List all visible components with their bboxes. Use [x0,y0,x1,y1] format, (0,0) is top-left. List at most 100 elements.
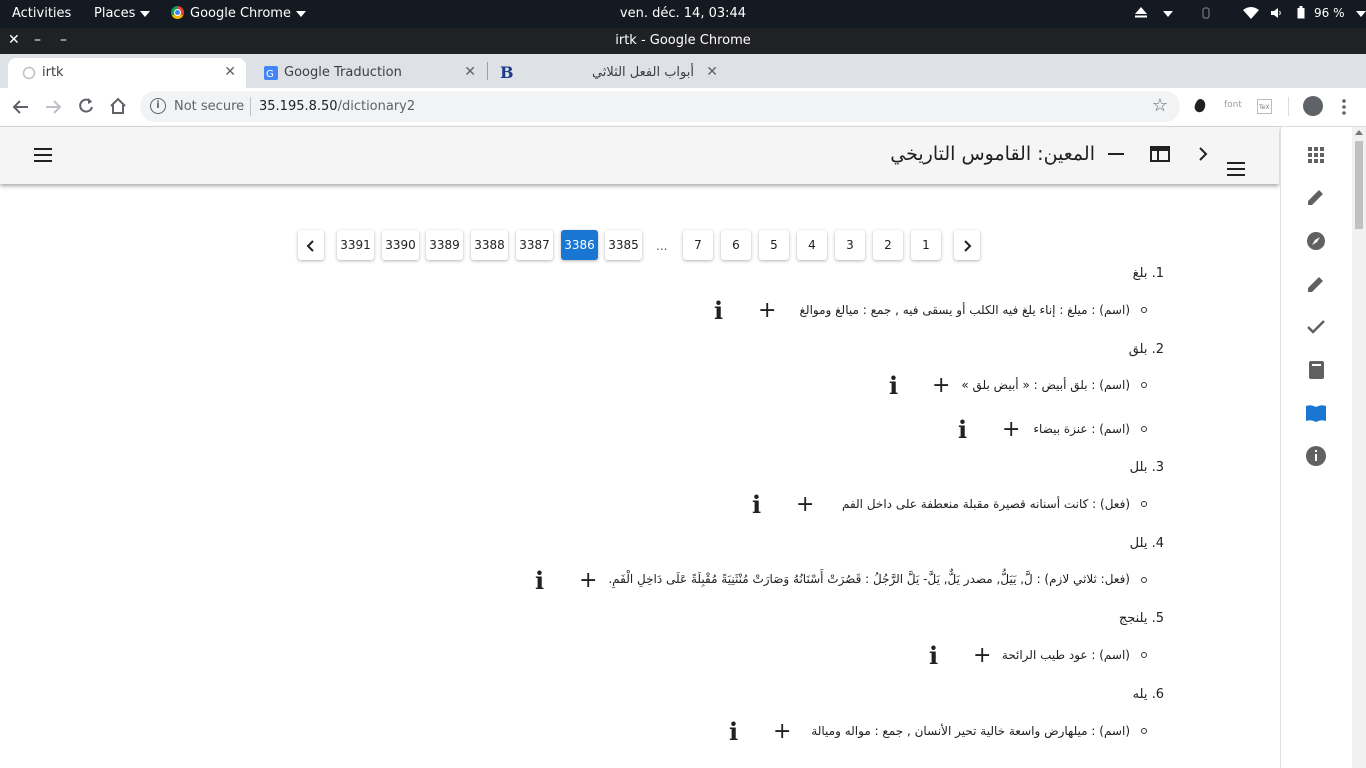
chevron-down-icon[interactable] [1351,6,1366,21]
edit-icon[interactable] [1305,186,1327,208]
compass-icon[interactable] [1305,230,1327,252]
info-icon[interactable]: i [729,720,738,744]
tab-google-traduction[interactable]: G Google Traduction ✕ [250,58,486,88]
info-icon[interactable]: i [535,569,544,593]
list-bullet [1141,307,1147,313]
more-vertical-icon[interactable] [1340,98,1348,116]
bookmark-star-icon[interactable]: ☆ [1152,95,1168,116]
browser-toolbar: i Not secure 35.195.8.50/dictionary2 ☆ f… [0,88,1366,127]
chevron-down-icon[interactable] [1158,6,1173,21]
entry-heading: 4. يلل [1129,536,1164,551]
add-icon[interactable]: + [579,570,597,592]
svg-text:G: G [266,69,274,80]
extension-gnome-icon[interactable] [1192,98,1208,114]
volume-icon[interactable] [1270,7,1282,23]
apps-grid-icon[interactable] [1305,144,1327,166]
info-icon[interactable]: i [714,299,723,323]
info-icon[interactable]: i [752,493,761,517]
extension-font-icon[interactable]: font [1224,100,1242,110]
not-secure-label[interactable]: Not secure [174,99,244,114]
wifi-icon[interactable] [1243,7,1259,23]
info-icon[interactable]: i [889,374,898,398]
tab-strip: irtk ✕ G Google Traduction ✕ B أبواب الف… [0,54,1366,136]
menu-icon[interactable] [1227,162,1245,176]
scrollbar[interactable] [1352,127,1366,768]
google-translate-icon: G [264,66,278,80]
avatar[interactable] [1303,96,1323,116]
page-button[interactable]: 4 [797,230,827,260]
page-button[interactable]: 6 [721,230,751,260]
page-button[interactable]: 3390 [382,230,419,260]
list-bullet [1141,652,1147,658]
web-layout-icon[interactable] [1150,146,1170,162]
omnibox-separator [250,97,251,116]
home-icon[interactable] [109,97,127,115]
add-icon[interactable]: + [773,721,791,743]
page-button[interactable]: 3388 [471,230,508,260]
url-text[interactable]: 35.195.8.50/dictionary2 [259,99,415,114]
scroll-up-icon[interactable] [1355,130,1363,135]
check-icon[interactable] [1305,316,1327,338]
info-icon[interactable]: i [929,644,938,668]
eject-icon[interactable] [1134,5,1148,23]
toolbar-separator [1288,97,1289,116]
b-logo-icon: B [500,63,514,82]
open-book-icon[interactable] [1305,402,1327,424]
page-button[interactable]: 3 [835,230,865,260]
page-button[interactable]: 3389 [426,230,463,260]
info-icon[interactable]: i [958,418,967,442]
add-icon[interactable]: + [973,645,991,667]
chevron-right-icon[interactable] [1197,146,1209,162]
tab-abwab[interactable]: B أبواب الفعل الثلاثي ✕ [492,58,728,88]
back-icon[interactable] [12,98,30,116]
tab-label: Google Traduction [284,65,402,80]
menu-icon[interactable] [34,148,52,162]
omnibox[interactable]: i Not secure 35.195.8.50/dictionary2 ☆ [140,91,1180,122]
page-button-active[interactable]: 3386 [561,230,598,260]
book-icon[interactable] [1305,359,1327,381]
minus-icon[interactable] [1108,153,1124,155]
info-icon[interactable] [1305,445,1327,467]
network-icon[interactable] [1202,7,1210,23]
tab-separator [487,62,488,80]
list-bullet [1141,426,1147,432]
page-button[interactable]: 3387 [516,230,553,260]
close-icon[interactable]: ✕ [706,64,718,80]
page-button[interactable]: 7 [683,230,713,260]
add-icon[interactable]: + [1002,419,1020,441]
close-icon[interactable]: ✕ [464,64,476,80]
info-icon[interactable]: i [150,98,166,114]
tab-label: irtk [42,65,64,80]
add-icon[interactable]: + [758,300,776,322]
battery-icon[interactable] [1297,6,1305,23]
entry-heading: 2. بلق [1128,342,1164,357]
entry-heading: 6. يله [1132,687,1164,702]
add-icon[interactable]: + [932,375,950,397]
right-sidebar [1280,127,1353,768]
reload-icon[interactable] [77,97,95,115]
prev-page-button[interactable] [298,230,324,260]
page-button[interactable]: 2 [873,230,903,260]
extension-tex-icon[interactable]: TeX [1257,99,1272,114]
next-page-button[interactable] [954,230,980,260]
list-bullet [1141,728,1147,734]
forward-icon[interactable] [44,98,62,116]
page-button[interactable]: 3385 [605,230,642,260]
close-icon[interactable]: ✕ [224,64,236,80]
window-title-bar: ✕ – – irtk - Google Chrome [0,28,1366,54]
entry-heading: 1. بلغ [1132,266,1164,281]
page-button[interactable]: 5 [759,230,789,260]
edit-icon[interactable] [1305,273,1327,295]
page-button[interactable]: 1 [911,230,941,260]
page-title: المعين: القاموس التاريخي [890,143,1095,165]
url-path: /dictionary2 [337,99,416,114]
window-title: irtk - Google Chrome [615,33,751,48]
pagination-ellipsis: ... [656,239,668,253]
scrollbar-thumb[interactable] [1355,141,1363,229]
tab-irtk[interactable]: irtk ✕ [8,58,246,88]
chevron-left-icon [306,239,314,252]
add-icon[interactable]: + [796,494,814,516]
url-host: 35.195.8.50 [259,99,338,114]
page-button[interactable]: 3391 [337,230,374,260]
entry-definition: (اسم) : ميلغ : إناء يلغ فيه الكلب أو يسق… [799,303,1130,317]
